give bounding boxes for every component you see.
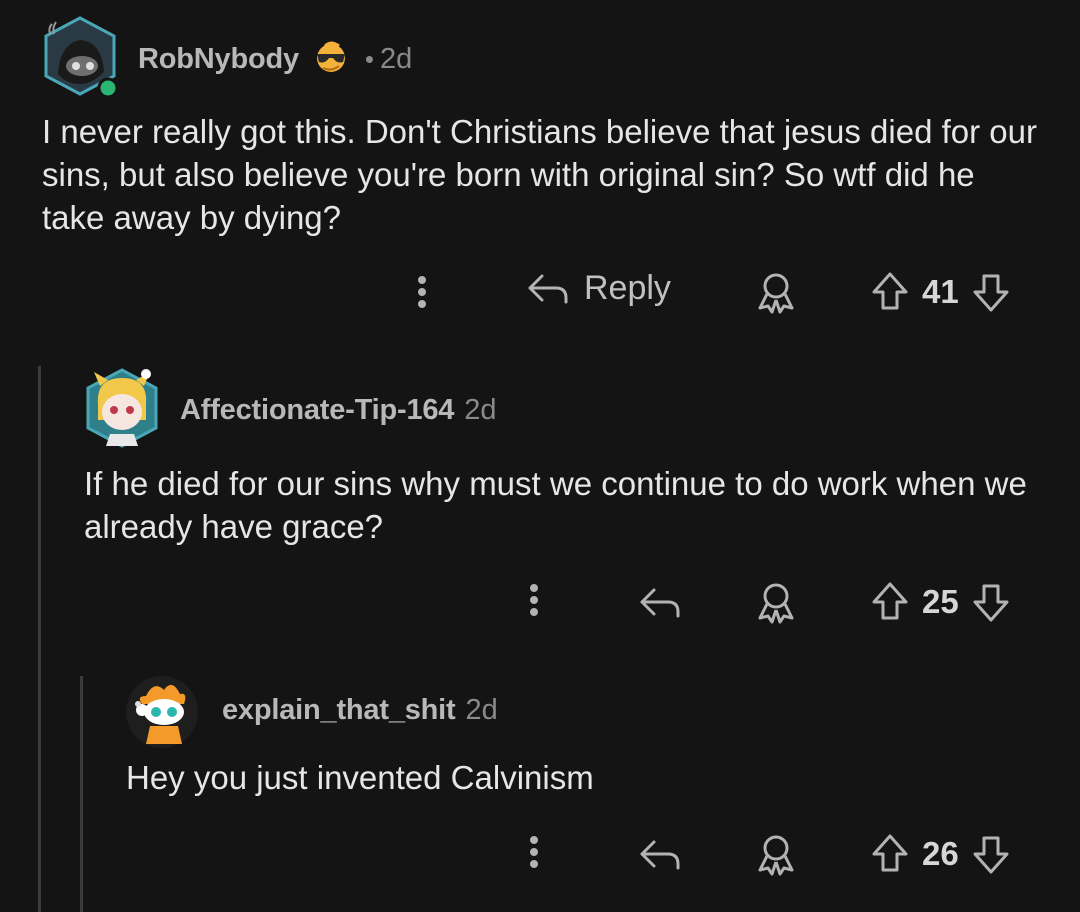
vote-count: 41 bbox=[922, 273, 959, 310]
more-vertical-icon bbox=[530, 584, 538, 616]
comment-age: 2d bbox=[465, 694, 498, 726]
comment-body: I never really got this. Don't Christian… bbox=[42, 113, 1037, 236]
comment-body: If he died for our sins why must we cont… bbox=[84, 465, 1027, 545]
avatar[interactable] bbox=[124, 674, 200, 750]
comment-robnybody: RobNybody • 2d I never really got this. … bbox=[0, 0, 1080, 340]
reply-arrow-icon bbox=[640, 840, 680, 870]
reply-arrow-icon bbox=[528, 274, 568, 304]
separator-dot: • bbox=[364, 44, 375, 74]
reply-label: Reply bbox=[584, 268, 671, 307]
username[interactable]: Affectionate-Tip-164 bbox=[180, 394, 454, 427]
more-vertical-icon bbox=[530, 836, 538, 868]
username[interactable]: RobNybody bbox=[138, 43, 299, 76]
upvote-arrow-icon[interactable] bbox=[870, 580, 910, 624]
vote-count: 25 bbox=[922, 583, 959, 620]
award-icon bbox=[758, 835, 794, 876]
comment-header: Affectionate-Tip-164 2d bbox=[180, 394, 497, 427]
award-button[interactable] bbox=[754, 580, 798, 624]
more-options-button[interactable] bbox=[410, 272, 434, 312]
award-button[interactable] bbox=[754, 270, 798, 314]
vote-controls: 26 bbox=[870, 832, 1011, 876]
vote-controls: 25 bbox=[870, 580, 1011, 624]
comment-explain-that-shit: explain_that_shit 2d Hey you just invent… bbox=[0, 662, 1080, 912]
more-options-button[interactable] bbox=[522, 832, 546, 872]
comment-age: 2d bbox=[380, 43, 413, 75]
more-options-button[interactable] bbox=[522, 580, 546, 620]
award-button[interactable] bbox=[754, 832, 798, 876]
avatar[interactable] bbox=[40, 14, 120, 102]
username[interactable]: explain_that_shit bbox=[222, 694, 456, 727]
downvote-arrow-icon[interactable] bbox=[971, 832, 1011, 876]
reply-button[interactable] bbox=[638, 582, 682, 622]
comment-age: 2d bbox=[464, 394, 497, 426]
comment-header: explain_that_shit 2d bbox=[222, 694, 498, 727]
reply-arrow-icon bbox=[640, 588, 680, 618]
downvote-arrow-icon[interactable] bbox=[971, 580, 1011, 624]
vote-count: 26 bbox=[922, 835, 959, 872]
comment-affectionate-tip-164: Affectionate-Tip-164 2d If he died for o… bbox=[0, 350, 1080, 650]
vote-controls: 41 bbox=[870, 270, 1011, 314]
avatar[interactable] bbox=[80, 364, 164, 452]
upvote-arrow-icon[interactable] bbox=[870, 832, 910, 876]
award-icon bbox=[758, 273, 794, 314]
upvote-arrow-icon[interactable] bbox=[870, 270, 910, 314]
award-icon bbox=[758, 583, 794, 624]
downvote-arrow-icon[interactable] bbox=[971, 270, 1011, 314]
comment-header: RobNybody • 2d bbox=[138, 40, 412, 79]
more-vertical-icon bbox=[418, 276, 426, 308]
reply-button[interactable]: Reply bbox=[526, 268, 671, 308]
comment-body: Hey you just invented Calvinism bbox=[126, 759, 594, 796]
reply-button[interactable] bbox=[638, 834, 682, 874]
sunglasses-emoji-icon bbox=[311, 40, 351, 79]
